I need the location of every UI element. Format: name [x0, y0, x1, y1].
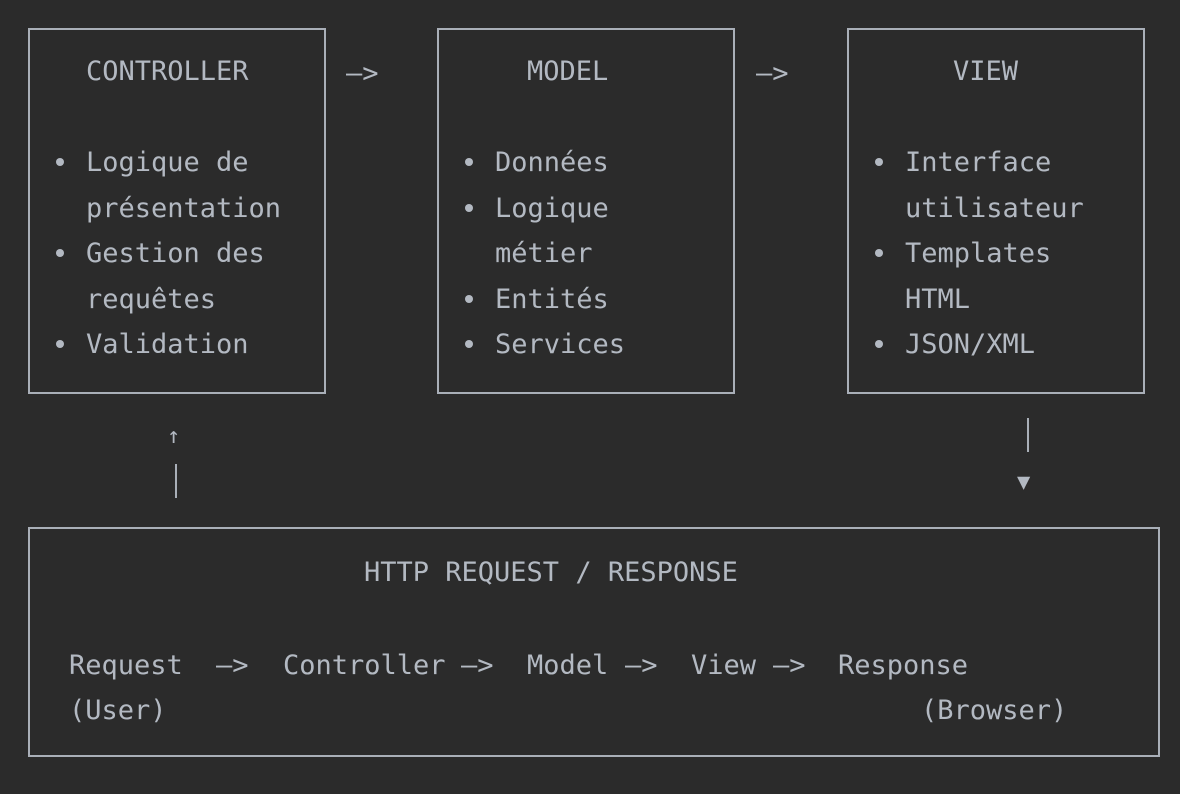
bullet-icon: [465, 295, 473, 303]
flow-model: Model: [527, 650, 609, 681]
controller-item: requêtes: [86, 284, 217, 315]
user-note: (User): [69, 695, 167, 726]
controller-title: CONTROLLER: [86, 56, 249, 87]
flow-request: Request: [69, 650, 183, 681]
browser-note: (Browser): [921, 695, 1068, 726]
view-item: utilisateur: [905, 193, 1084, 224]
model-item: métier: [495, 238, 593, 269]
view-item: Interface: [905, 147, 1052, 178]
bullet-icon: [875, 249, 883, 257]
model-item: Logique: [495, 193, 609, 224]
controller-item: Gestion des: [86, 238, 265, 269]
connector-line: [175, 464, 177, 498]
flow-response: Response: [838, 650, 969, 681]
flow-view: View: [691, 650, 757, 681]
model-title: MODEL: [527, 56, 609, 87]
view-title: VIEW: [953, 56, 1019, 87]
bullet-icon: [56, 158, 64, 166]
view-item: JSON/XML: [905, 329, 1036, 360]
view-item: Templates: [905, 238, 1052, 269]
controller-item: présentation: [86, 193, 282, 224]
bullet-icon: [465, 158, 473, 166]
connector-line: [1027, 418, 1029, 452]
arrow-right-icon: —>: [216, 650, 249, 681]
bullet-icon: [465, 204, 473, 212]
bullet-icon: [465, 340, 473, 348]
arrow-right-icon: —>: [625, 650, 658, 681]
arrow-up-icon: ↑: [167, 424, 181, 449]
bullet-icon: [875, 340, 883, 348]
arrow-right-icon: —>: [461, 650, 494, 681]
model-item: Entités: [495, 284, 609, 315]
arrow-right-icon: —>: [756, 58, 789, 89]
controller-item: Logique de: [86, 147, 249, 178]
view-item: HTML: [905, 284, 971, 315]
controller-item: Validation: [86, 329, 249, 360]
arrow-right-icon: —>: [773, 650, 806, 681]
bullet-icon: [875, 158, 883, 166]
model-item: Données: [495, 147, 609, 178]
model-item: Services: [495, 329, 626, 360]
arrow-down-icon: ▼: [1017, 470, 1031, 495]
arrow-right-icon: —>: [346, 58, 379, 89]
bullet-icon: [56, 340, 64, 348]
http-title: HTTP REQUEST / RESPONSE: [364, 557, 738, 588]
flow-controller: Controller: [283, 650, 446, 681]
bullet-icon: [56, 249, 64, 257]
